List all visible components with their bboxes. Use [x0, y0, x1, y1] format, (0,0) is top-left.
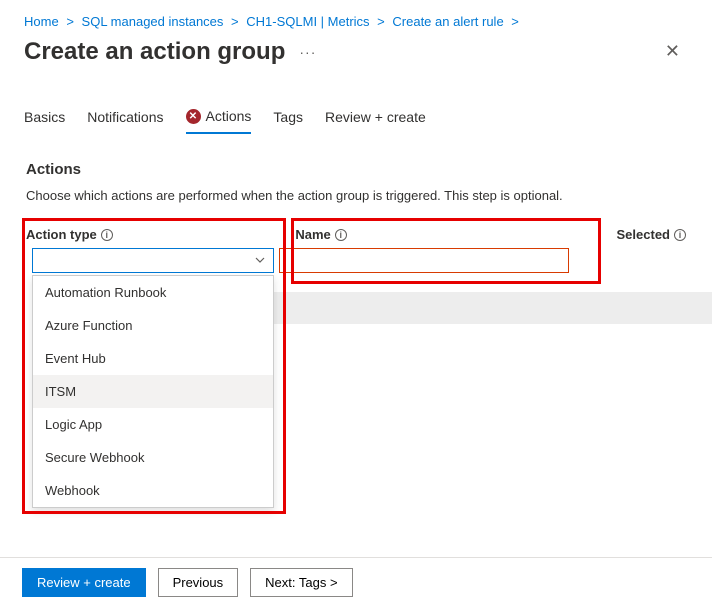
error-icon: ✕	[186, 109, 201, 124]
tab-basics[interactable]: Basics	[24, 102, 65, 133]
tab-actions[interactable]: ✕ Actions	[186, 102, 252, 134]
tab-review[interactable]: Review + create	[325, 102, 426, 133]
breadcrumb-link[interactable]: CH1-SQLMI | Metrics	[246, 14, 369, 29]
tab-tags[interactable]: Tags	[273, 102, 303, 133]
action-type-dropdown-menu: Automation Runbook Azure Function Event …	[32, 275, 274, 508]
row-background	[272, 292, 712, 324]
page-title: Create an action group	[24, 38, 285, 66]
close-icon[interactable]: ✕	[657, 37, 688, 66]
chevron-right-icon: >	[66, 14, 74, 29]
chevron-right-icon: >	[511, 14, 519, 29]
column-headers: Action type i Name i Selected i	[0, 227, 712, 248]
dropdown-option-webhook[interactable]: Webhook	[33, 474, 273, 507]
dropdown-option-event-hub[interactable]: Event Hub	[33, 342, 273, 375]
breadcrumb-link[interactable]: SQL managed instances	[82, 14, 224, 29]
previous-button[interactable]: Previous	[158, 568, 239, 597]
dropdown-option-azure-function[interactable]: Azure Function	[33, 309, 273, 342]
footer-bar: Review + create Previous Next: Tags >	[0, 557, 712, 607]
dropdown-option-itsm[interactable]: ITSM	[33, 375, 273, 408]
column-header-name: Name i	[295, 227, 604, 242]
info-icon[interactable]: i	[674, 229, 686, 241]
tabs-nav: Basics Notifications ✕ Actions Tags Revi…	[0, 80, 712, 133]
title-bar: Create an action group ··· ✕	[0, 35, 712, 80]
dropdown-option-automation-runbook[interactable]: Automation Runbook	[33, 276, 273, 309]
chevron-right-icon: >	[231, 14, 239, 29]
action-type-select[interactable]	[32, 248, 274, 273]
next-button[interactable]: Next: Tags >	[250, 568, 352, 597]
breadcrumb-link[interactable]: Home	[24, 14, 59, 29]
info-icon[interactable]: i	[101, 229, 113, 241]
review-create-button[interactable]: Review + create	[22, 568, 146, 597]
section-heading: Actions	[0, 133, 712, 188]
tab-actions-label: Actions	[206, 108, 252, 124]
dropdown-option-logic-app[interactable]: Logic App	[33, 408, 273, 441]
column-header-type: Action type i	[26, 227, 283, 242]
chevron-right-icon: >	[377, 14, 385, 29]
info-icon[interactable]: i	[335, 229, 347, 241]
chevron-down-icon	[253, 253, 267, 267]
action-name-input[interactable]	[279, 248, 569, 273]
breadcrumb-link[interactable]: Create an alert rule	[392, 14, 503, 29]
tab-notifications[interactable]: Notifications	[87, 102, 163, 133]
more-menu-button[interactable]: ···	[299, 44, 316, 60]
section-description: Choose which actions are performed when …	[0, 188, 712, 227]
breadcrumb: Home > SQL managed instances > CH1-SQLMI…	[0, 0, 712, 35]
column-header-selected: Selected i	[617, 227, 686, 242]
dropdown-option-secure-webhook[interactable]: Secure Webhook	[33, 441, 273, 474]
